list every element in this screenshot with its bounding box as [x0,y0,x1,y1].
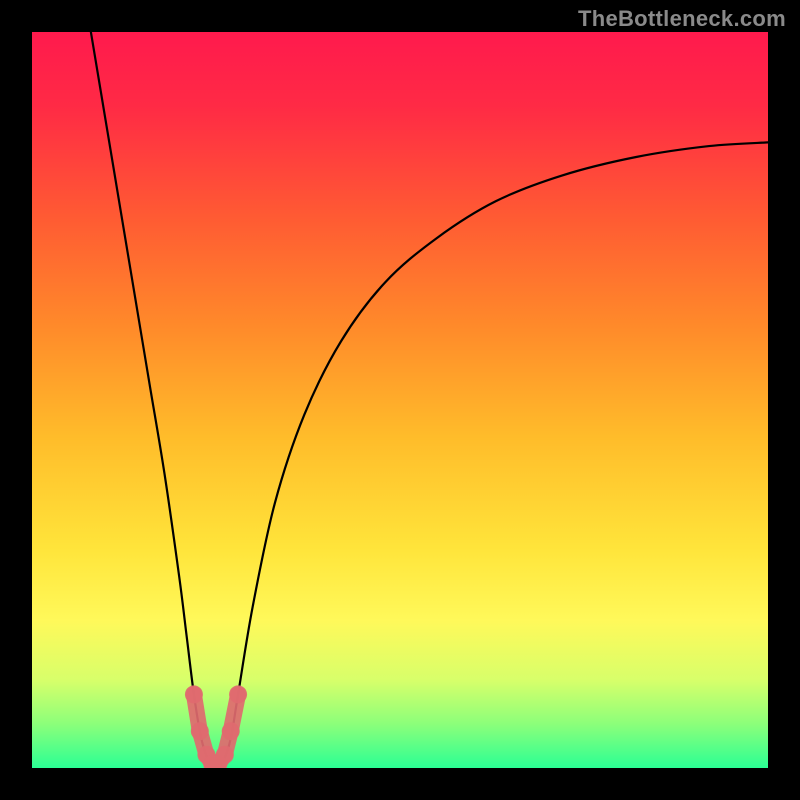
watermark-label: TheBottleneck.com [578,6,786,32]
chart-plot-area [32,32,768,768]
bottleneck-curve [32,32,768,768]
chart-frame: TheBottleneck.com [0,0,800,800]
